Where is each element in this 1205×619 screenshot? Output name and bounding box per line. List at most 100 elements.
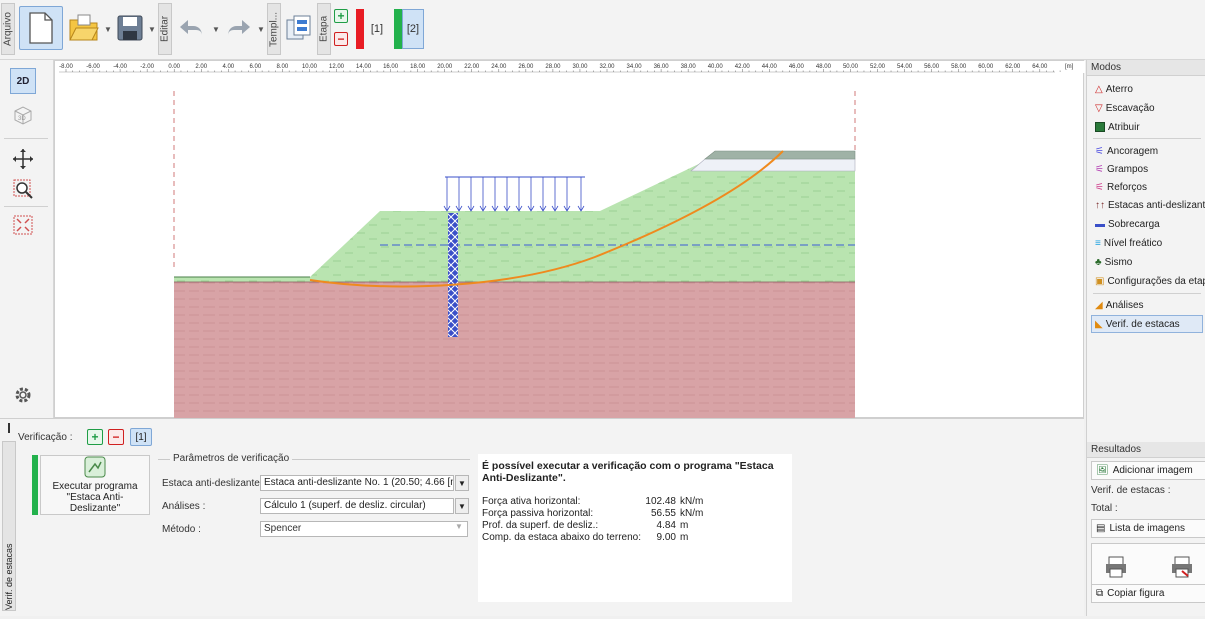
new-file-button[interactable] — [19, 6, 63, 50]
mode-escavacao[interactable]: ▽ Escavação — [1095, 99, 1205, 117]
redo-button[interactable] — [222, 12, 254, 44]
print-buttons-group — [1091, 543, 1205, 589]
main-toolbar: Arquivo ▼ ▼ Editar ▼ ▼ Templ... Etapa + … — [0, 0, 1205, 60]
undo-icon — [180, 20, 202, 36]
undo-button[interactable] — [176, 12, 208, 44]
print-button[interactable] — [1100, 552, 1132, 582]
divider — [4, 206, 48, 207]
stage-2-label: [2] — [406, 23, 420, 35]
image-list-label: Lista de imagens — [1109, 523, 1186, 534]
open-dropdown-icon[interactable]: ▼ — [104, 25, 112, 34]
stage-2-button[interactable]: [2] — [402, 9, 424, 49]
mode-atribuir[interactable]: Atribuir — [1095, 118, 1205, 136]
mode-aterro[interactable]: △ Aterro — [1095, 80, 1205, 98]
chevron-down-icon[interactable]: ▼ — [455, 522, 463, 531]
drawing-canvas[interactable]: -8.00 -6.00 -4.00 -2.00 0.00 2.00 4.00 6.00 8.00… — [54, 60, 1085, 419]
stage-2-indicator — [394, 9, 402, 49]
reinforcement-icon: ⚟ — [1095, 181, 1104, 193]
pile-select[interactable]: Estaca anti-deslizante No. 1 (20.50; 4.6… — [260, 475, 454, 491]
verification-1-tab[interactable]: [1] — [130, 428, 152, 446]
mode-ancoragem[interactable]: ⚟ Ancoragem — [1095, 142, 1205, 160]
tab-arquivo-label: Arquivo — [2, 12, 14, 46]
total-count: Total : — [1091, 503, 1118, 514]
mode-nivel-freatico[interactable]: ≡ Nível freático — [1095, 234, 1205, 252]
view-tools-panel: 2D 3D — [0, 60, 54, 418]
ruler-tick-label: 62.00 — [1005, 64, 1021, 70]
surcharge-load — [443, 176, 585, 212]
view-3d-button[interactable]: 3D — [10, 102, 36, 128]
stage-1-button[interactable]: [1] — [366, 9, 388, 49]
mode-reforcos[interactable]: ⚟ Reforços — [1095, 178, 1205, 196]
copy-figure-icon: ⧉ — [1096, 588, 1104, 599]
add-image-label: Adicionar imagem — [1112, 465, 1193, 476]
remove-stage-button[interactable]: − — [334, 32, 348, 46]
mode-analises[interactable]: ◢ Análises — [1095, 296, 1205, 314]
copy-figure-button[interactable]: ⧉ Copiar figura — [1091, 584, 1205, 603]
save-button[interactable] — [114, 10, 146, 46]
tab-editar-label: Editar — [159, 15, 171, 43]
chevron-down-icon: ▼ — [458, 501, 466, 511]
anchor-icon: ⚟ — [1095, 145, 1104, 157]
mode-grampos[interactable]: ⚟ Grampos — [1095, 160, 1205, 178]
open-file-button[interactable] — [66, 10, 102, 46]
mode-sismo[interactable]: ♣ Sismo — [1095, 253, 1205, 271]
tab-editar[interactable]: Editar — [158, 3, 172, 55]
run-program-button[interactable]: Executar programa "Estaca Anti-Deslizant… — [40, 455, 150, 515]
pan-button[interactable] — [10, 146, 36, 172]
print-export-button[interactable] — [1166, 552, 1198, 582]
view-2d-label: 2D — [16, 75, 30, 87]
redo-icon — [228, 20, 250, 36]
verif-estacas-count: Verif. de estacas : — [1091, 485, 1171, 496]
redo-dropdown-icon[interactable]: ▼ — [257, 25, 265, 34]
result-unit: kN/m — [680, 496, 704, 507]
add-verification-button[interactable]: + — [87, 429, 103, 445]
ruler-tick-label: 26.00 — [518, 64, 534, 70]
result-unit: m — [680, 532, 689, 543]
analysis-icon: ◢ — [1095, 299, 1103, 311]
remove-verification-button[interactable]: − — [108, 429, 124, 445]
results-output: É possível executar a verificação com o … — [478, 454, 792, 602]
copy-figure-label: Copiar figura — [1107, 588, 1165, 599]
tab-templates[interactable]: Templ... — [267, 3, 281, 55]
pile-select-dropdown[interactable]: ▼ — [455, 475, 469, 491]
undo-dropdown-icon[interactable]: ▼ — [212, 25, 220, 34]
tab-etapa[interactable]: Etapa — [317, 3, 331, 55]
gear-icon — [15, 387, 31, 403]
mode-estacas-anti-deslizantes[interactable]: ↑↑Estacas anti-deslizantes — [1095, 196, 1205, 214]
add-image-button[interactable]: 🖼 Adicionar imagem — [1091, 461, 1205, 480]
ruler-tick-label: -4.00 — [113, 64, 127, 70]
fit-view-icon — [13, 215, 33, 235]
fit-view-button[interactable] — [10, 212, 36, 238]
templates-button[interactable] — [284, 12, 314, 44]
analysis-select-dropdown[interactable]: ▼ — [455, 498, 469, 514]
analysis-select[interactable]: Cálculo 1 (superf. de desliz. circular) — [260, 498, 454, 514]
mode-label: Configurações da etapa — [1107, 275, 1205, 287]
ruler-tick-label: 4.00 — [222, 64, 234, 70]
mode-label: Ancoragem — [1106, 145, 1159, 157]
grip-handle[interactable] — [8, 423, 10, 433]
side-tab-label: Verif. de estacas — [4, 543, 14, 610]
analysis-label: Análises : — [162, 501, 206, 512]
side-tab-verif-estacas[interactable]: Verif. de estacas — [2, 441, 16, 611]
ruler-tick-label: 58.00 — [951, 64, 967, 70]
mode-configuracoes-etapa[interactable]: ▣ Configurações da etapa — [1095, 272, 1205, 290]
method-select[interactable]: Spencer — [260, 521, 468, 537]
mode-verif-estacas[interactable]: ◣ Verif. de estacas — [1091, 315, 1203, 333]
ruler-tick-label: 6.00 — [250, 64, 262, 70]
save-dropdown-icon[interactable]: ▼ — [148, 25, 156, 34]
params-title: Parâmetros de verificação — [170, 453, 293, 464]
add-stage-button[interactable]: + — [334, 9, 348, 23]
ruler-tick-label: 2.00 — [195, 64, 207, 70]
view-2d-button[interactable]: 2D — [10, 68, 36, 94]
zoom-button[interactable] — [10, 176, 36, 202]
program-icon — [84, 456, 106, 478]
settings-button[interactable] — [10, 382, 36, 408]
tab-arquivo[interactable]: Arquivo — [1, 3, 15, 55]
image-list-button[interactable]: ▤ Lista de imagens — [1091, 519, 1205, 538]
ruler-tick-label: 40.00 — [708, 64, 724, 70]
printer-icon — [1106, 556, 1126, 578]
ruler-labels: -8.00 -6.00 -4.00 -2.00 0.00 2.00 4.00 6.00 8.00… — [59, 64, 1074, 72]
ruler-tick-label: 22.00 — [464, 64, 480, 70]
minus-icon: − — [112, 430, 120, 444]
mode-sobrecarga[interactable]: ▬ Sobrecarga — [1095, 215, 1205, 233]
